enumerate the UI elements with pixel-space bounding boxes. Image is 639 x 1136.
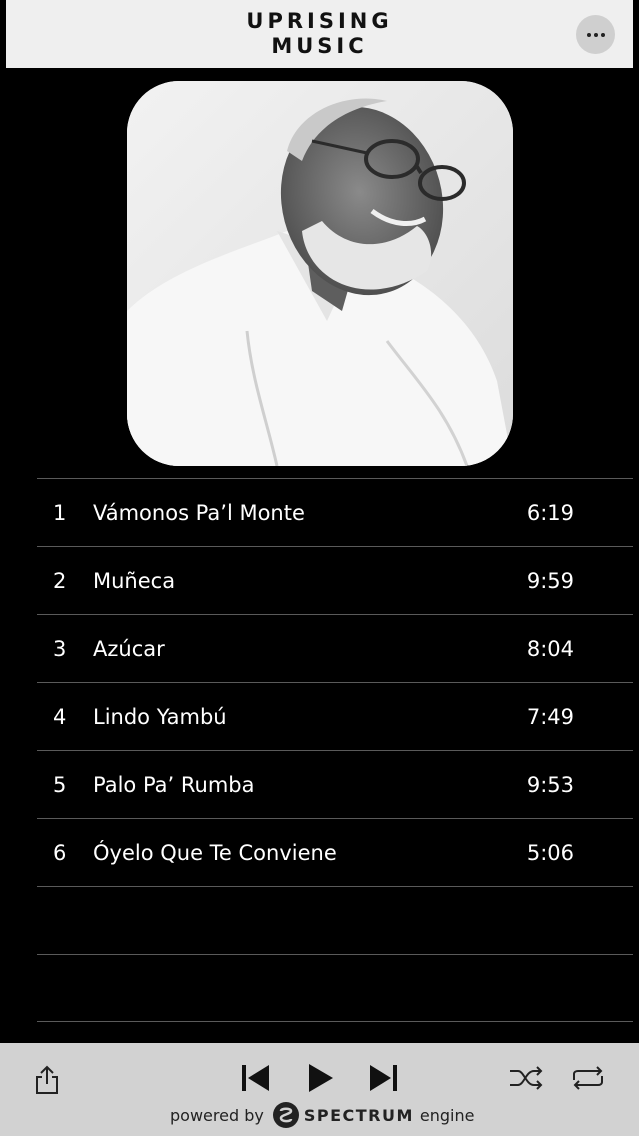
track-title: Óyelo Que Te Conviene (93, 841, 337, 865)
empty-row (37, 886, 633, 954)
app-header: UPRISING MUSIC (6, 0, 633, 68)
track-row[interactable]: 1 Vámonos Pa’l Monte 6:19 (37, 478, 633, 546)
track-row[interactable]: 4 Lindo Yambú 7:49 (37, 682, 633, 750)
track-title: Lindo Yambú (93, 705, 227, 729)
track-duration: 9:59 (526, 569, 574, 593)
track-duration: 9:53 (526, 773, 574, 797)
track-title: Muñeca (93, 569, 176, 593)
track-title: Palo Pa’ Rumba (93, 773, 255, 797)
track-title: Vámonos Pa’l Monte (93, 501, 305, 525)
empty-row (37, 954, 633, 1022)
track-number: 2 (53, 569, 67, 593)
track-duration: 6:19 (526, 501, 574, 525)
track-list: 1 Vámonos Pa’l Monte 6:19 2 Muñeca 9:59 … (37, 478, 633, 1022)
app-title-line1: UPRISING (246, 9, 393, 33)
track-duration: 8:04 (526, 637, 574, 661)
powered-by-text: powered by (170, 1105, 264, 1125)
track-number: 6 (53, 841, 67, 865)
track-row[interactable]: 6 Óyelo Que Te Conviene 5:06 (37, 818, 633, 886)
spectrum-logo-icon (272, 1102, 299, 1128)
track-duration: 7:49 (526, 705, 574, 729)
skip-previous-icon[interactable] (235, 1060, 275, 1096)
app-title: UPRISING MUSIC (6, 9, 633, 59)
track-row[interactable]: 5 Palo Pa’ Rumba 9:53 (37, 750, 633, 818)
engine-text: engine (419, 1105, 475, 1125)
album-art (127, 81, 513, 466)
track-row[interactable]: 3 Azúcar 8:04 (37, 614, 633, 682)
track-number: 5 (53, 773, 67, 797)
track-number: 3 (53, 637, 67, 661)
track-duration: 5:06 (526, 841, 574, 865)
track-title: Azúcar (93, 637, 165, 661)
share-icon[interactable] (30, 1063, 64, 1097)
powered-by: powered by SPECTRUM engine (170, 1100, 474, 1130)
play-icon[interactable] (300, 1060, 340, 1096)
skip-next-icon[interactable] (364, 1060, 404, 1096)
spectrum-brand: SPECTRUM (303, 1105, 414, 1125)
track-number: 1 (53, 501, 67, 525)
app-title-line2: MUSIC (271, 34, 368, 58)
more-icon[interactable] (576, 15, 615, 54)
track-number: 4 (53, 705, 67, 729)
repeat-icon[interactable] (568, 1063, 608, 1093)
track-row[interactable]: 2 Muñeca 9:59 (37, 546, 633, 614)
shuffle-icon[interactable] (506, 1063, 546, 1093)
album-art-photo (127, 81, 513, 466)
